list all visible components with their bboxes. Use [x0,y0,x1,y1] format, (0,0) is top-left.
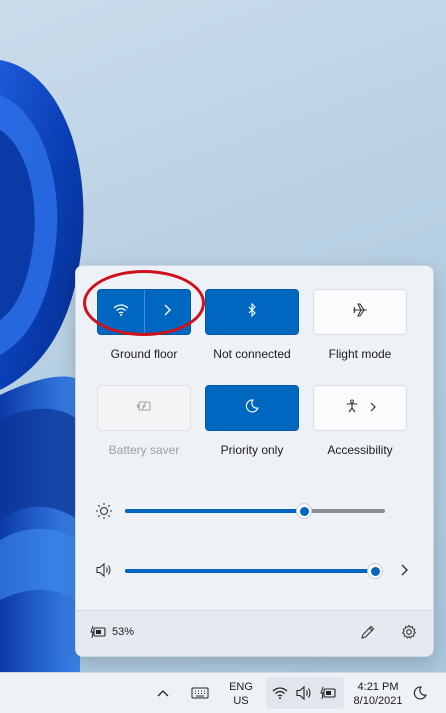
sun-icon [95,502,113,520]
clock[interactable]: 4:21 PM 8/10/2021 [348,679,408,709]
battery-percentage: 53% [112,626,135,638]
chevron-right-icon [369,399,376,417]
accessibility-tile-label: Accessibility [327,443,393,457]
panel-footer: 53% [76,610,433,656]
moon-icon[interactable] [410,684,430,702]
flight-mode-tile[interactable] [313,289,407,335]
keyboard-icon[interactable] [188,683,212,703]
volume-slider-fill [125,569,375,573]
highlight-ring [83,270,205,336]
flight-mode-tile-label: Flight mode [328,347,392,361]
bluetooth-icon [247,302,257,322]
accessibility-tile[interactable] [313,385,407,431]
region-code: US [233,695,249,707]
chevron-right-icon[interactable] [396,563,412,577]
wifi-icon [270,685,290,701]
airplane-icon [352,302,368,322]
volume-slider[interactable] [125,563,383,579]
brightness-slider[interactable] [125,503,385,519]
battery-saver-tile[interactable] [97,385,191,431]
pencil-icon[interactable] [359,624,375,640]
focus-assist-tile[interactable] [205,385,299,431]
clock-date: 8/10/2021 [353,695,403,707]
language-code: ENG [229,681,253,693]
battery-charging-icon [318,685,338,701]
speaker-icon[interactable] [95,562,113,578]
battery-saver-icon [136,399,152,417]
bluetooth-tile[interactable] [205,289,299,335]
gear-icon[interactable] [401,624,417,640]
language-indicator[interactable]: ENG US [224,679,258,709]
clock-time: 4:21 PM [357,681,399,693]
chevron-up-icon[interactable] [152,683,174,703]
focus-assist-tile-label: Priority only [220,443,284,457]
wifi-tile-label: Ground floor [110,347,178,361]
accessibility-icon [345,399,359,418]
battery-charging-icon [90,625,106,639]
speaker-icon [294,685,314,701]
bluetooth-tile-label: Not connected [213,347,291,361]
battery-saver-tile-label: Battery saver [108,443,180,457]
moon-icon [245,398,259,418]
brightness-slider-fill [125,509,305,513]
volume-slider-thumb[interactable] [367,563,383,579]
brightness-slider-thumb[interactable] [296,503,313,519]
taskbar: ENG US 4:21 PM 8/10/2021 [0,672,446,713]
